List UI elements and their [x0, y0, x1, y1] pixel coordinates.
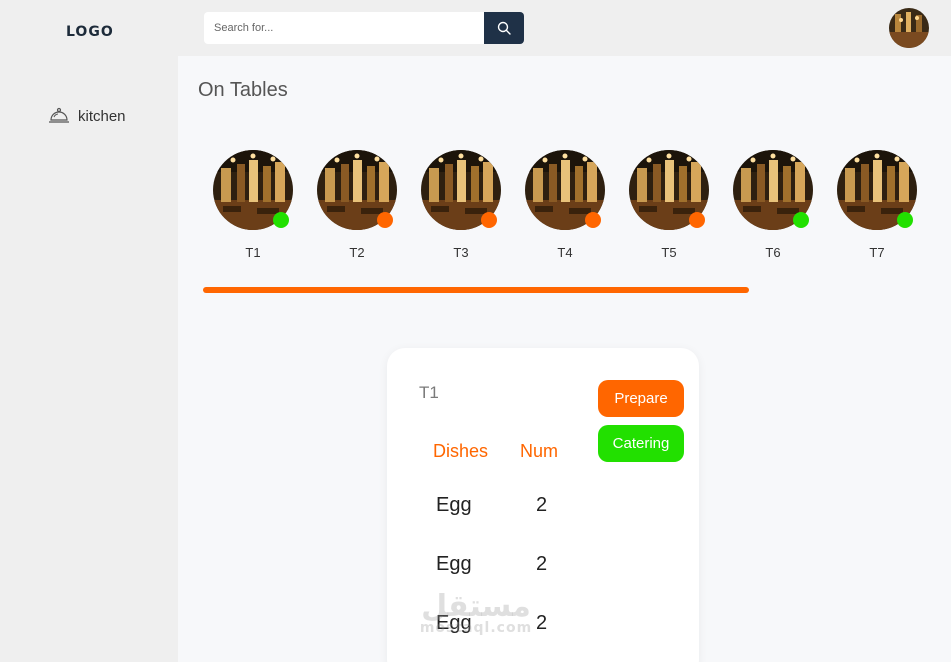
order-row-dish: Egg [436, 494, 472, 516]
search-button[interactable] [484, 12, 524, 44]
search-input[interactable] [204, 12, 484, 44]
table-image [525, 150, 605, 230]
status-dot [273, 212, 289, 228]
table-item[interactable]: T7 [837, 150, 917, 260]
order-row-num: 2 [536, 612, 548, 634]
table-item[interactable]: T4 [525, 150, 605, 260]
top-bar: LOGO [0, 0, 951, 56]
table-label: T4 [557, 245, 573, 260]
status-dot [897, 212, 913, 228]
table-label: T5 [661, 245, 677, 260]
status-dot [689, 212, 705, 228]
sidebar: kitchen [0, 56, 178, 662]
table-image [629, 150, 709, 230]
status-dot [481, 212, 497, 228]
order-row-dish: Egg [436, 553, 472, 575]
scroll-indicator-fill [203, 287, 749, 293]
table-item[interactable]: T6 [733, 150, 813, 260]
table-image [421, 150, 501, 230]
table-label: T1 [245, 245, 261, 260]
tables-scroll-indicator [203, 287, 749, 293]
table-image [733, 150, 813, 230]
table-label: T3 [453, 245, 469, 260]
table-item[interactable]: T3 [421, 150, 501, 260]
table-image [317, 150, 397, 230]
table-label: T6 [765, 245, 781, 260]
table-label: T7 [869, 245, 885, 260]
table-label: T2 [349, 245, 365, 260]
table-item[interactable]: T2 [317, 150, 397, 260]
logo: LOGO [66, 24, 114, 40]
prepare-button[interactable]: Prepare [598, 380, 684, 417]
search-icon [497, 21, 511, 35]
status-dot [793, 212, 809, 228]
column-header-num: Num [520, 441, 559, 461]
table-image [837, 150, 917, 230]
status-dot [585, 212, 601, 228]
watermark-latin: mostaql.com [419, 620, 533, 636]
column-header-dishes: Dishes [433, 441, 489, 461]
order-row-num: 2 [536, 553, 548, 575]
avatar[interactable] [889, 8, 929, 48]
watermark: مستقل mostaql.com [418, 589, 534, 637]
sidebar-item-label: kitchen [78, 107, 126, 125]
table-image [213, 150, 293, 230]
order-row-num: 2 [536, 494, 548, 516]
watermark-arabic: مستقل [421, 589, 531, 624]
catering-button[interactable]: Catering [598, 425, 684, 462]
sidebar-item-kitchen[interactable]: kitchen [48, 106, 126, 126]
status-dot [377, 212, 393, 228]
table-item[interactable]: T1 [213, 150, 293, 260]
page-title: On Tables [198, 79, 288, 101]
cloche-icon [49, 107, 69, 123]
table-item[interactable]: T5 [629, 150, 709, 260]
order-table-title: T1 [419, 383, 439, 402]
